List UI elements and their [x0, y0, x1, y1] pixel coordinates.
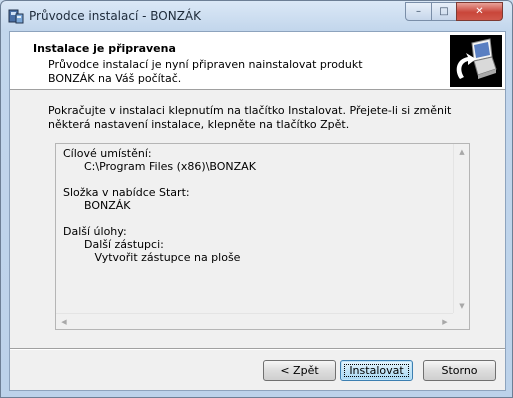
- scroll-corner: [453, 313, 469, 329]
- installer-window: Průvodce instalací - BONZÁK – □ ✕ Instal…: [0, 0, 513, 398]
- minimize-button[interactable]: –: [405, 2, 432, 21]
- close-button[interactable]: ✕: [456, 2, 503, 21]
- instruction-text: Pokračujte v instalaci klepnutím na tlač…: [48, 104, 452, 131]
- back-button[interactable]: < Zpět: [263, 360, 336, 381]
- close-icon: ✕: [475, 6, 484, 17]
- memo-line: [63, 212, 256, 225]
- memo-line: C:\Program Files (x86)\BONZAK: [63, 160, 256, 173]
- memo-content: Cílové umístění: C:\Program Files (x86)\…: [63, 147, 256, 264]
- wizard-header: Instalace je připravena Průvodce instala…: [10, 32, 505, 90]
- memo-line: Vytvořit zástupce na ploše: [63, 251, 241, 264]
- memo-line: Další úlohy:: [63, 225, 127, 238]
- scroll-right-icon[interactable]: ▶: [437, 314, 453, 330]
- ready-memo[interactable]: Cílové umístění: C:\Program Files (x86)\…: [55, 143, 470, 330]
- scroll-up-icon[interactable]: ▲: [454, 144, 470, 160]
- footer-divider: [10, 348, 505, 350]
- scroll-down-icon[interactable]: ▼: [454, 298, 470, 314]
- install-button-label: Instalovat: [349, 364, 404, 377]
- horizontal-scrollbar[interactable]: ◀ ▶: [56, 313, 453, 329]
- maximize-button[interactable]: □: [431, 2, 457, 21]
- page-title: Instalace je připravena: [33, 42, 176, 55]
- cancel-button[interactable]: Storno: [423, 360, 496, 381]
- title-bar[interactable]: Průvodce instalací - BONZÁK – □ ✕: [1, 1, 512, 31]
- install-button[interactable]: Instalovat: [340, 360, 413, 381]
- memo-line: Další zástupci:: [63, 238, 164, 251]
- window-title: Průvodce instalací - BONZÁK: [29, 9, 201, 23]
- memo-line: [63, 173, 256, 186]
- page-subtitle: Průvodce instalací je nyní připraven nai…: [48, 58, 363, 85]
- vertical-scrollbar[interactable]: ▲ ▼: [453, 144, 469, 314]
- scroll-left-icon[interactable]: ◀: [56, 314, 72, 330]
- computer-install-icon: [450, 35, 502, 87]
- wizard-client-area: Instalace je připravena Průvodce instala…: [9, 31, 506, 391]
- memo-line: Cílové umístění:: [63, 147, 152, 160]
- installer-icon: [8, 9, 24, 24]
- minimize-icon: –: [416, 6, 421, 17]
- maximize-icon: □: [439, 6, 449, 17]
- memo-line: BONZÁK: [63, 199, 131, 212]
- memo-line: Složka v nabídce Start:: [63, 186, 190, 199]
